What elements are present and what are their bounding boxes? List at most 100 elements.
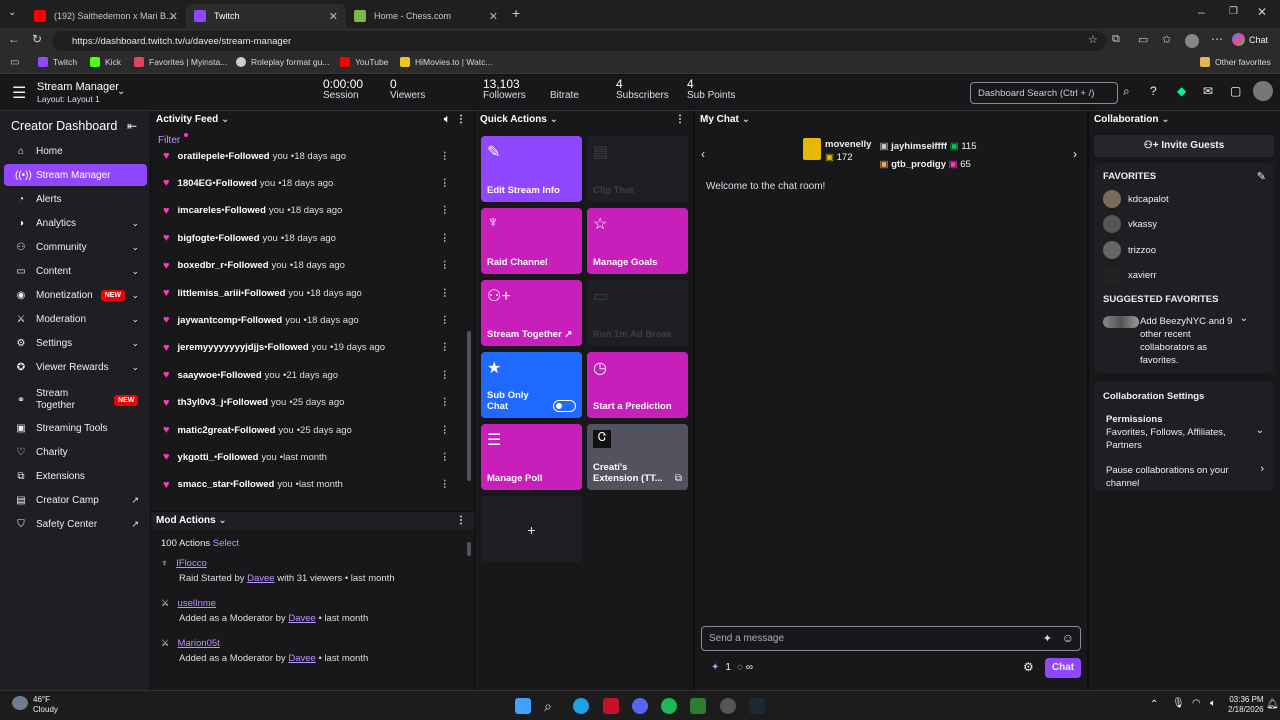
favorite-item[interactable]: trizzoo [1103,241,1156,259]
tab-list-icon[interactable]: ⌄ [8,7,16,18]
bits-icon[interactable]: ◆ [1177,84,1186,98]
search-icon[interactable]: ⌕ [544,698,560,714]
stream-together-tile[interactable]: ⚇+ Stream Together ↗ [481,280,582,346]
scrollbar-thumb[interactable] [467,542,471,556]
maximize-icon[interactable]: ❐ [1229,6,1238,17]
back-icon[interactable]: ← [8,32,20,46]
invite-guests-button[interactable]: ⚇+ Invite Guests [1094,135,1274,157]
sidebar-item-alerts[interactable]: ◔ Alerts [4,188,147,210]
chevron-left-icon[interactable]: ‹ [701,147,705,161]
follower-name[interactable]: matic2great [178,425,231,436]
sidebar-item-analytics[interactable]: ◑ Analytics ⌄ [4,212,147,234]
creatis-extension-tile[interactable]: Ꮳ Creati's Extension (TT... ⧉ [587,424,688,490]
favorites-icon[interactable]: ✩ [1162,33,1171,46]
browser-tab-chess[interactable]: Home - Chess.com ✕ [346,4,506,28]
chevron-down-icon[interactable]: ⌄ [1256,425,1264,436]
more-options-icon[interactable]: ⋮ [440,479,450,490]
sub-only-toggle[interactable] [553,400,576,412]
extensions-icon[interactable]: ⧉ [1112,33,1120,46]
more-options-icon[interactable]: ⋮ [440,397,450,408]
sidebar-item-home[interactable]: ⌂ Home [4,140,147,162]
chevron-down-icon[interactable]: ⌄ [221,114,229,125]
filter-button[interactable]: Filter [158,135,180,146]
mod-by-link[interactable]: Davee [247,573,274,584]
dashboard-search-input[interactable]: Dashboard Search (Ctrl + /) [970,82,1118,104]
favorite-item[interactable]: kdcapalot [1103,190,1169,208]
notification-bell-icon[interactable]: 🔔︎ [1266,699,1279,710]
manage-goals-tile[interactable]: ☆ Manage Goals [587,208,688,274]
chevron-down-icon[interactable]: ⌄ [1161,114,1169,125]
bookmark-twitch[interactable]: Twitch [38,57,77,67]
manage-poll-tile[interactable]: ☰ Manage Poll [481,424,582,490]
collapse-sidebar-icon[interactable]: ⇤ [127,119,137,133]
volume-icon[interactable]: 🔈︎ [1210,698,1216,709]
popout-icon[interactable]: ⧉ [675,473,682,484]
new-tab-icon[interactable]: + [512,5,520,21]
edit-stream-info-tile[interactable]: ✎ Edit Stream Info [481,136,582,202]
more-options-icon[interactable]: ⋮ [440,425,450,436]
more-options-icon[interactable]: ⋮ [440,370,450,381]
more-icon[interactable]: ⋯ [1211,32,1223,46]
favorite-item[interactable]: xavierr [1103,266,1157,284]
url-field[interactable]: https://dashboard.twitch.tv/u/davee/stre… [52,31,1106,51]
emote-icon[interactable]: ☺ [1062,631,1074,645]
panel-title[interactable]: Activity Feed [156,114,218,125]
discord-icon[interactable] [632,698,648,714]
sound-icon[interactable]: 🔈︎ [444,114,450,125]
mod-by-link[interactable]: Davee [288,613,315,624]
steam-icon[interactable] [749,698,765,714]
close-tab-icon[interactable]: ✕ [329,10,338,23]
chevron-right-icon[interactable]: › [1260,463,1264,475]
sidebar-item-creator-camp[interactable]: ▤ Creator Camp ↗ [4,489,147,511]
more-options-icon[interactable]: ⋮ [440,452,450,463]
spotify-icon[interactable] [661,698,677,714]
more-options-icon[interactable]: ⋮ [440,233,450,244]
sidebar-item-community[interactable]: ⚇ Community ⌄ [4,236,147,258]
more-options-icon[interactable]: ⋮ [440,260,450,271]
follower-name[interactable]: littlemiss_ariii [178,288,241,299]
leader-name[interactable]: movenelly [825,138,871,151]
panel-title[interactable]: Collaboration [1094,114,1158,125]
bits-cheer-icon[interactable]: ✦ [1043,632,1052,645]
scrollbar-thumb[interactable] [467,331,471,481]
microphone-icon[interactable]: 🎙︎ [1172,698,1185,709]
copilot-chat-button[interactable]: Chat [1232,33,1268,46]
close-tab-icon[interactable]: ✕ [489,10,498,23]
chat-message-input[interactable]: Send a message ✦ ☺ [701,626,1081,651]
split-screen-icon[interactable]: ▭ [1138,33,1148,46]
follower-name[interactable]: imcareles [178,205,222,216]
user-avatar[interactable] [1253,81,1273,101]
weather-widget[interactable]: 46°F Cloudy [33,695,58,715]
reading-list-icon[interactable]: ▭ [10,57,19,68]
chat-settings-gear-icon[interactable]: ⚙ [1023,660,1034,674]
panel-title[interactable]: My Chat [700,114,739,125]
scrollbar[interactable] [467,542,471,682]
other-favorites[interactable]: Other favorites [1200,57,1271,67]
follower-name[interactable]: oratilepele [178,151,226,162]
start-icon[interactable] [515,698,531,714]
start-prediction-tile[interactable]: ◷ Start a Prediction [587,352,688,418]
more-options-icon[interactable]: ⋮ [440,151,450,162]
pause-collaborations-row[interactable]: Pause collaborations on your channel [1106,464,1246,490]
chat-send-button[interactable]: Chat [1045,658,1081,678]
panel-title[interactable]: Mod Actions [156,515,216,526]
mod-user-link[interactable]: IFlocco [176,558,207,569]
wifi-icon[interactable]: ◠ [1192,698,1201,709]
follower-name[interactable]: saaywoe [178,370,218,381]
minimize-icon[interactable]: – [1198,5,1205,19]
bookmark-roleplay[interactable]: Roleplay format gu... [236,57,329,67]
tray-chevron-icon[interactable]: ⌃ [1150,699,1158,710]
sidebar-item-monetization[interactable]: ◉ Monetization NEW ⌄ [4,284,147,306]
more-options-icon[interactable]: ⋮ [440,205,450,216]
chevron-down-icon[interactable]: ⌄ [742,114,750,125]
chevron-down-icon[interactable]: ⌄ [218,515,226,526]
sub-only-chat-tile[interactable]: ★ Sub Only Chat [481,352,582,418]
close-window-icon[interactable]: ✕ [1257,5,1267,19]
follower-name[interactable]: bigfogte [178,233,215,244]
more-options-icon[interactable]: ⋮ [675,114,685,125]
chevron-down-icon[interactable]: ⌄ [550,114,558,125]
more-options-icon[interactable]: ⋮ [456,515,466,526]
close-tab-icon[interactable]: ✕ [169,10,178,23]
bookmark-youtube[interactable]: YouTube [340,57,388,67]
leader-name[interactable]: gtb_prodigy [891,159,946,170]
